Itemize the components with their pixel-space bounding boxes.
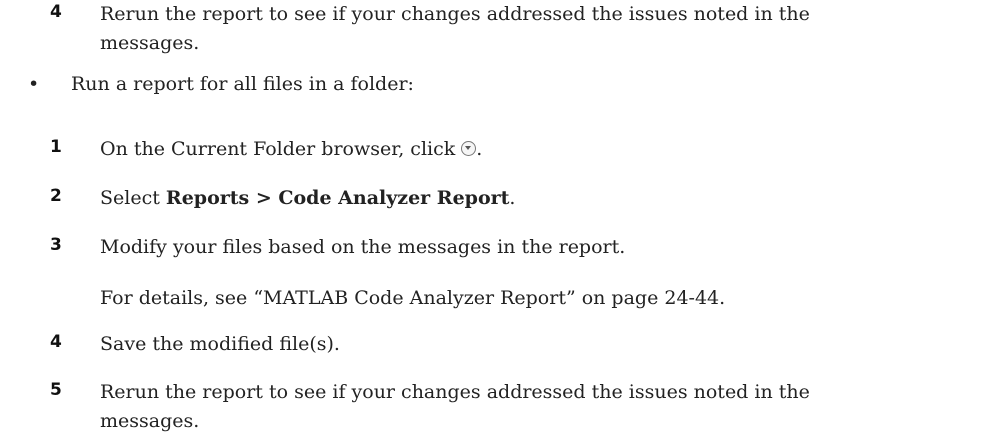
step-text: Rerun the report to see if your changes … bbox=[100, 0, 990, 58]
step-item: 5 Rerun the report to see if your change… bbox=[50, 378, 990, 436]
step-text-segment: Select bbox=[100, 187, 166, 209]
step-item: 3 Modify your files based on the message… bbox=[50, 233, 990, 262]
step-text-line: Rerun the report to see if your changes … bbox=[100, 3, 810, 25]
step-text: On the Current Folder browser, click . bbox=[100, 135, 990, 164]
step-text-line: messages. bbox=[100, 410, 200, 432]
step-item: 4 Rerun the report to see if your change… bbox=[50, 0, 990, 58]
step-text: Save the modified file(s). bbox=[100, 333, 340, 355]
step-text: Modify your files based on the messages … bbox=[100, 236, 626, 258]
step-number: 4 bbox=[50, 332, 62, 352]
step-text-segment: . bbox=[476, 138, 483, 160]
step-number: 5 bbox=[50, 380, 62, 400]
document-page: 4 Rerun the report to see if your change… bbox=[0, 0, 1000, 442]
step-number: 4 bbox=[50, 2, 62, 22]
step-text-line: messages. bbox=[100, 32, 200, 54]
cross-reference-note: For details, see “MATLAB Code Analyzer R… bbox=[100, 287, 726, 309]
step-number: 2 bbox=[50, 186, 62, 206]
step-number: 1 bbox=[50, 137, 62, 157]
step-item: 2 Select Reports > Code Analyzer Report. bbox=[50, 184, 990, 213]
actions-dropdown-icon bbox=[461, 141, 477, 156]
step-text: Rerun the report to see if your changes … bbox=[100, 378, 990, 436]
step-text-segment: On the Current Folder browser, click bbox=[100, 138, 462, 160]
bullet-text: Run a report for all files in a folder: bbox=[71, 73, 414, 95]
bullet-marker: • bbox=[28, 73, 40, 95]
step-number: 3 bbox=[50, 235, 62, 255]
step-item: 1 On the Current Folder browser, click . bbox=[50, 135, 990, 164]
step-text-line: Rerun the report to see if your changes … bbox=[100, 381, 810, 403]
step-text-segment: . bbox=[509, 187, 516, 209]
step-text: Select Reports > Code Analyzer Report. bbox=[100, 184, 990, 213]
menu-path: Reports > Code Analyzer Report bbox=[165, 187, 510, 209]
step-item: 4 Save the modified file(s). bbox=[50, 330, 990, 359]
